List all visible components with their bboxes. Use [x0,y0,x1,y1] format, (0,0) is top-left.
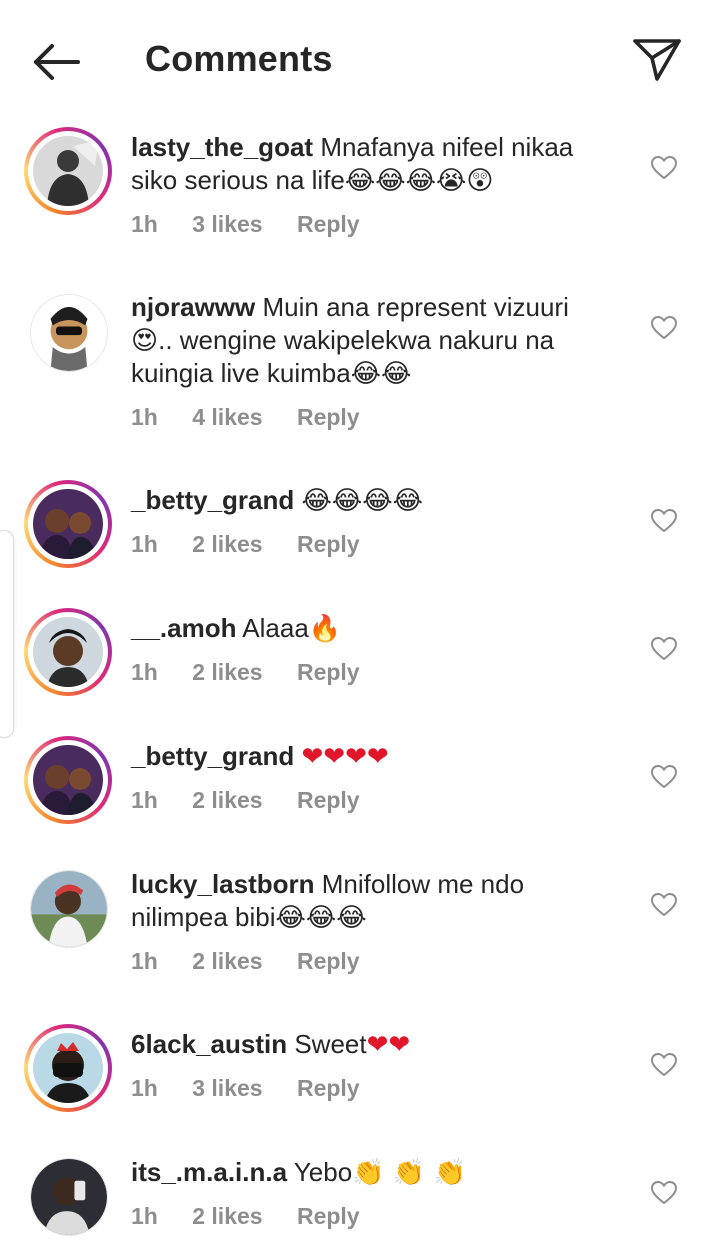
heart-outline-icon[interactable] [651,316,677,340]
comment-meta: 1h 2 likes Reply [131,948,388,975]
share-button[interactable] [630,34,684,84]
story-ring [24,1024,112,1112]
comment-likes[interactable]: 2 likes [192,787,262,814]
reply-button[interactable]: Reply [297,1203,360,1230]
comment-username[interactable]: __.amoh [131,613,237,643]
comment-text: 6lack_austin Sweet❤❤ [131,1028,601,1061]
comment-username[interactable]: _betty_grand [131,741,294,771]
comment-body: Muin ana represent vizuuri [262,292,569,322]
send-paper-plane-icon [633,39,681,81]
reply-button[interactable]: Reply [297,787,360,814]
reply-button[interactable]: Reply [297,1075,360,1102]
heart-outline-icon[interactable] [651,893,677,917]
heart-outline-icon[interactable] [651,765,677,789]
comment-username[interactable]: lasty_the_goat [131,132,313,162]
comment-body: Sweet [294,1029,367,1059]
comment-time: 1h [131,948,158,974]
comment-text: lasty_the_goat Mnafanya nifeel nikaa sik… [131,131,601,197]
comment-text: lucky_lastborn Mnifollow me ndo nilimpea… [131,868,601,934]
story-ring [24,608,112,696]
comment-emojis: 😂😂😂 [275,903,367,933]
side-panel-edge [0,530,14,738]
heart-outline-icon[interactable] [651,156,677,180]
comment-likes[interactable]: 2 likes [192,531,262,558]
page-title: Comments [145,38,333,79]
comment-text: _betty_grand 😂😂😂😂 [131,484,601,517]
comment-time: 1h [131,659,158,685]
comment-emoji: 😍 [131,326,159,356]
comment-body: Yebo [293,1157,353,1187]
comment-meta: 1h 4 likes Reply [131,404,388,431]
avatar[interactable] [24,736,112,824]
heart-outline-icon[interactable] [651,509,677,533]
comment-likes[interactable]: 2 likes [192,1203,262,1230]
comment-likes[interactable]: 2 likes [192,659,262,686]
comment-likes[interactable]: 2 likes [192,948,262,975]
comment-text: its_.m.a.i.n.a Yebo👏 👏 👏 [131,1156,601,1189]
comment-username[interactable]: _betty_grand [131,485,294,515]
comment-time: 1h [131,787,158,813]
comment-body-continued: .. wengine wakipelekwa nakuru na kuingia… [131,325,555,388]
reply-button[interactable]: Reply [297,531,360,558]
reply-button[interactable]: Reply [297,948,360,975]
comment-meta: 1h 2 likes Reply [131,1203,388,1230]
comment-body: Alaaa [242,613,309,643]
comment-emojis: 😂😂😂😂 [301,486,424,516]
back-button[interactable] [28,38,84,86]
reply-button[interactable]: Reply [297,211,360,238]
comment-text: __.amoh Alaaa🔥 [131,612,601,645]
avatar[interactable] [24,1024,112,1112]
comment-time: 1h [131,211,158,237]
comment-username[interactable]: its_.m.a.i.n.a [131,1157,287,1187]
avatar[interactable] [24,608,112,696]
avatar[interactable] [24,288,112,376]
comment-username[interactable]: lucky_lastborn [131,869,315,899]
comment-likes[interactable]: 3 likes [192,211,262,238]
arrow-left-icon [34,44,80,80]
comment-likes[interactable]: 4 likes [192,404,262,431]
story-ring [24,480,112,568]
comment-meta: 1h 2 likes Reply [131,531,388,558]
comment-username[interactable]: njorawww [131,292,255,322]
comment-emojis: 😂😂 [350,359,412,389]
reply-button[interactable]: Reply [297,659,360,686]
comment-meta: 1h 3 likes Reply [131,1075,388,1102]
heart-outline-icon[interactable] [651,1053,677,1077]
comment-emojis: 🔥 [308,614,342,644]
heart-outline-icon[interactable] [651,637,677,661]
comment-time: 1h [131,531,158,557]
comment-time: 1h [131,1075,158,1101]
avatar[interactable] [24,864,112,952]
comments-header: Comments [0,0,720,118]
comment-emojis: 👏 👏 👏 [352,1158,466,1188]
comment-emojis: ❤❤❤❤ [301,742,389,772]
comment-time: 1h [131,404,158,430]
story-ring [24,127,112,215]
comment-text: njorawww Muin ana represent vizuuri 😍.. … [131,291,601,390]
reply-button[interactable]: Reply [297,404,360,431]
comment-emojis: ❤❤ [366,1030,411,1060]
comment-meta: 1h 3 likes Reply [131,211,388,238]
avatar[interactable] [24,1152,112,1240]
comment-username[interactable]: 6lack_austin [131,1029,287,1059]
comment-likes[interactable]: 3 likes [192,1075,262,1102]
comment-meta: 1h 2 likes Reply [131,659,388,686]
comment-time: 1h [131,1203,158,1229]
heart-outline-icon[interactable] [651,1181,677,1205]
comment-meta: 1h 2 likes Reply [131,787,388,814]
comment-emojis: 😂😂😂😭😲 [344,166,494,196]
avatar[interactable] [24,480,112,568]
story-ring [24,736,112,824]
comment-text: _betty_grand ❤❤❤❤ [131,740,601,773]
avatar[interactable] [24,127,112,215]
